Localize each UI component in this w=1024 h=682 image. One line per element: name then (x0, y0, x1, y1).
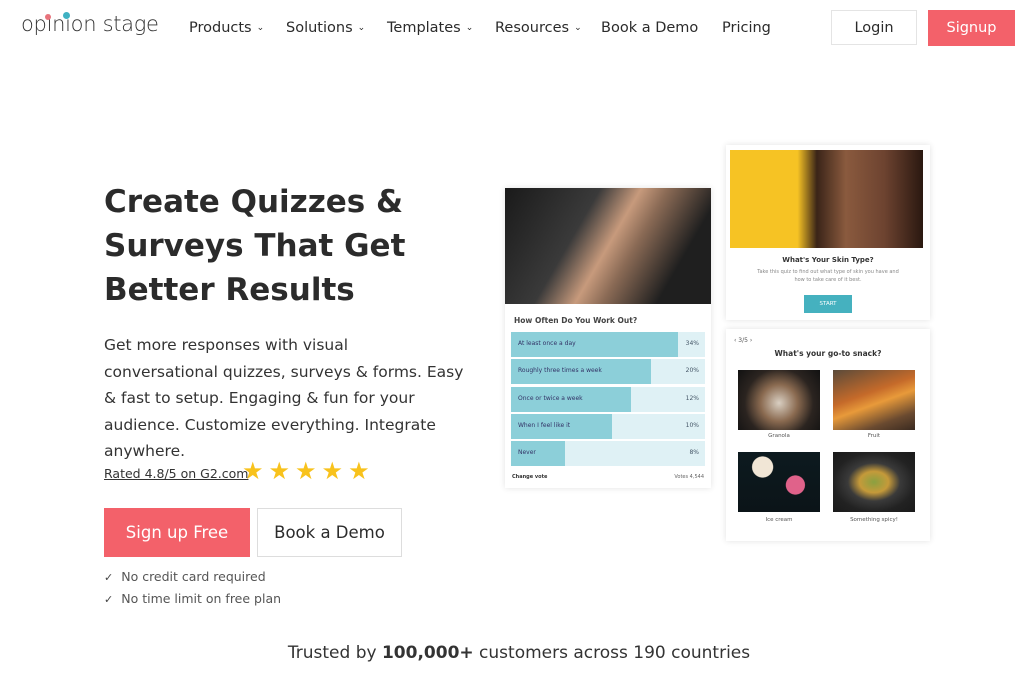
poll-option-label: Roughly three times a week (518, 367, 602, 375)
question-pager[interactable]: ‹ 3/5 › (734, 337, 752, 344)
signup-button[interactable]: Signup (928, 10, 1015, 46)
poll-option-percent: 34% (685, 340, 699, 347)
poll-option[interactable]: When I feel like it 10% (511, 413, 705, 439)
hero-title: Create Quizzes & Surveys That Get Better… (104, 184, 406, 308)
nav-solutions[interactable]: Solutions ⌄ (286, 20, 365, 36)
top-nav: opinion stage Products ⌄ Solutions ⌄ Templ… (0, 0, 1024, 58)
snack-option-label: Fruit (867, 433, 881, 439)
snack-quiz-title: What's your go-to snack? (774, 349, 882, 358)
nav-resources-label: Resources (495, 20, 570, 36)
change-vote-link[interactable]: Change vote (512, 474, 547, 480)
logo-dot-pink (45, 14, 51, 20)
nav-products-label: Products (189, 20, 252, 36)
nav-templates[interactable]: Templates ⌄ (387, 20, 473, 36)
rating-stars-icon: ★★★★★ (242, 457, 375, 485)
snack-option-label: Granola (768, 433, 790, 439)
book-demo-button[interactable]: Book a Demo (257, 508, 402, 557)
poll-option-percent: 8% (689, 449, 699, 457)
skin-quiz-description: Take this quiz to find out what type of … (757, 269, 899, 283)
logo-dot-teal (63, 12, 70, 19)
hero-subtitle: Get more responses with visual conversat… (104, 336, 464, 460)
poll-option-percent: 20% (685, 367, 699, 375)
nav-templates-label: Templates (387, 20, 461, 36)
login-button[interactable]: Login (831, 10, 917, 45)
poll-option-label: When I feel like it (518, 421, 571, 429)
granola-image[interactable] (738, 370, 820, 430)
poll-question: How Often Do You Work Out? (514, 316, 638, 325)
signup-free-button[interactable]: Sign up Free (104, 508, 250, 557)
poll-option-label: Never (518, 449, 536, 457)
check-text: No credit card required (121, 569, 266, 584)
chevron-down-icon: ⌄ (465, 23, 474, 33)
poll-option-label: Once or twice a week (518, 394, 583, 402)
g2-rating-link[interactable]: Rated 4.8/5 on G2.com (104, 466, 248, 481)
nav-solutions-label: Solutions (286, 20, 353, 36)
woman-portrait-image (730, 150, 923, 248)
nav-products[interactable]: Products ⌄ (189, 20, 264, 36)
poll-option-label: At least once a day (518, 340, 576, 347)
chevron-down-icon: ⌄ (357, 23, 366, 33)
customer-count: 100,000+ (381, 643, 474, 663)
checkmark-icon: ✓ (104, 593, 114, 606)
boxer-image (505, 188, 711, 304)
ice-cream-image[interactable] (738, 452, 820, 512)
logo[interactable]: opinion stage (21, 12, 159, 36)
snack-option-label: Ice cream (765, 517, 793, 523)
poll-option-percent: 10% (685, 421, 699, 429)
trusted-by-text: Trusted by 100,000+ customers across 190… (0, 643, 1024, 663)
poll-option[interactable]: Once or twice a week 12% (511, 386, 705, 412)
checkmark-icon: ✓ (104, 571, 114, 584)
start-button[interactable]: START (804, 295, 852, 313)
check-item: ✓ No credit card required (104, 569, 266, 584)
snack-option-label: Something spicy! (850, 517, 898, 523)
skin-quiz-card: What's Your Skin Type? Take this quiz to… (726, 145, 930, 320)
snack-quiz-card: ‹ 3/5 › What's your go-to snack? Granola… (726, 329, 930, 541)
poll-option[interactable]: Never 8% (511, 441, 705, 467)
poll-option[interactable]: At least once a day 34% (511, 332, 705, 357)
spicy-food-image[interactable] (833, 452, 915, 512)
trusted-suffix: customers across 190 countries (473, 643, 751, 663)
fruit-image[interactable] (833, 370, 915, 430)
logo-text: opinion stage (21, 12, 159, 36)
poll-option-percent: 12% (685, 394, 699, 402)
poll-card: How Often Do You Work Out? At least once… (505, 188, 711, 488)
nav-pricing[interactable]: Pricing (722, 20, 771, 36)
skin-quiz-title: What's Your Skin Type? (782, 256, 874, 264)
chevron-down-icon: ⌄ (256, 23, 265, 33)
nav-resources[interactable]: Resources ⌄ (495, 20, 582, 36)
nav-book-demo[interactable]: Book a Demo (601, 20, 698, 36)
trusted-prefix: Trusted by (287, 643, 382, 663)
check-item: ✓ No time limit on free plan (104, 591, 281, 606)
poll-option[interactable]: Roughly three times a week 20% (511, 359, 705, 385)
votes-count: Votes 4,544 (674, 474, 704, 480)
chevron-down-icon: ⌄ (574, 23, 582, 33)
check-text: No time limit on free plan (121, 591, 282, 606)
